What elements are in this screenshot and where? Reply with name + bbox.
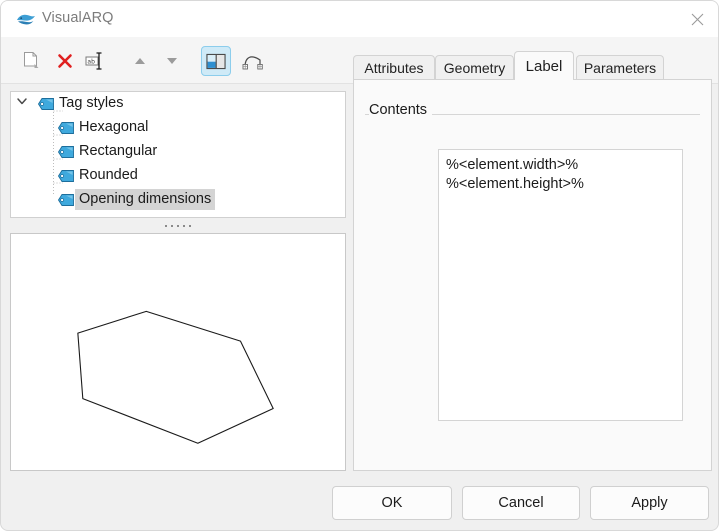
- toggle-preview-button[interactable]: [201, 46, 231, 76]
- tab-label: Attributes: [364, 60, 424, 76]
- tag-icon: [57, 193, 75, 207]
- move-up-button[interactable]: [124, 46, 156, 76]
- tree-item-label: Rounded: [79, 167, 138, 183]
- curve-tool-button[interactable]: [237, 46, 269, 76]
- splitter-dot: [171, 224, 173, 227]
- curve-arc-icon: [242, 56, 263, 70]
- splitter-dot: [165, 224, 167, 227]
- close-icon[interactable]: [674, 1, 718, 37]
- arrow-down-icon: [167, 58, 177, 64]
- rename-style-button[interactable]: ab: [78, 46, 110, 76]
- tab-label-selected[interactable]: Label: [514, 51, 574, 80]
- ok-button-label: OK: [381, 495, 403, 511]
- tab-parameters[interactable]: Parameters: [576, 55, 664, 80]
- tree-item-label: Rectangular: [79, 143, 158, 159]
- delete-style-button[interactable]: [49, 46, 81, 76]
- contents-group-title: Contents: [369, 102, 433, 118]
- tree-item-opening-dimensions[interactable]: Opening dimensions: [57, 188, 216, 211]
- delete-x-icon: [58, 54, 72, 68]
- move-down-button[interactable]: [156, 46, 188, 76]
- hexagon-shape: [77, 310, 274, 444]
- titlebar: VisualARQ: [1, 1, 718, 37]
- splitter-dot: [177, 224, 179, 227]
- tab-label: Label: [525, 57, 563, 75]
- tag-shape-preview[interactable]: [10, 233, 346, 471]
- tab-label: Geometry: [443, 60, 506, 76]
- tag-icon: [37, 97, 55, 111]
- new-document-icon: [24, 52, 39, 68]
- rename-text-icon: ab: [85, 52, 102, 70]
- cancel-button-label: Cancel: [498, 495, 544, 511]
- window-title: VisualARQ: [42, 10, 114, 26]
- tree-item-label: Tag styles: [59, 95, 124, 111]
- new-style-button[interactable]: [15, 46, 47, 76]
- splitter-dot: [183, 224, 185, 227]
- tree-item-label: Opening dimensions: [75, 189, 216, 210]
- apply-button[interactable]: Apply: [590, 486, 709, 520]
- tree-item-rectangular[interactable]: Rectangular: [57, 140, 161, 163]
- tree-item-tag-styles[interactable]: Tag styles: [37, 92, 127, 115]
- tree-item-label: Hexagonal: [79, 119, 149, 135]
- contents-textarea[interactable]: %<element.width>% %<element.height>%: [438, 149, 683, 421]
- splitter-dot: [189, 224, 191, 227]
- tree-item-rounded[interactable]: Rounded: [57, 164, 142, 187]
- cancel-button[interactable]: Cancel: [462, 486, 580, 520]
- tree-item-hexagonal[interactable]: Hexagonal: [57, 116, 152, 139]
- visualarq-style-dialog: VisualARQ ab Tag styles Hexagonal Rectan…: [0, 0, 719, 531]
- tab-geometry[interactable]: Geometry: [435, 55, 514, 80]
- tag-icon: [57, 121, 75, 135]
- apply-button-label: Apply: [631, 495, 668, 511]
- tag-icon: [57, 145, 75, 159]
- split-panel-icon: [206, 53, 226, 69]
- arrow-up-icon: [135, 58, 145, 64]
- ok-button[interactable]: OK: [332, 486, 452, 520]
- panel-splitter[interactable]: [10, 220, 346, 231]
- tab-label: Parameters: [583, 60, 657, 76]
- tag-icon: [57, 169, 75, 183]
- tab-bar: Attributes Geometry Label Parameters: [353, 51, 713, 80]
- chevron-down-icon[interactable]: [15, 94, 29, 108]
- visualarq-logo-icon: [16, 12, 36, 26]
- tab-attributes[interactable]: Attributes: [353, 55, 435, 80]
- svg-text:ab: ab: [87, 58, 95, 65]
